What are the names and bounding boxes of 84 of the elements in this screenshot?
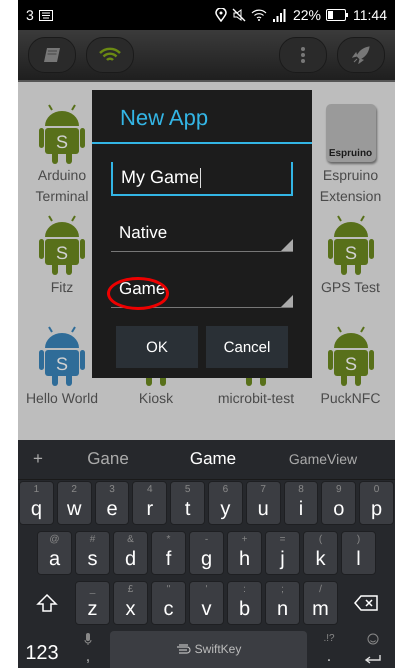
- app-label[interactable]: Hello World: [18, 388, 106, 409]
- keyboard-key[interactable]: 3 e: [94, 480, 130, 525]
- shift-icon: [36, 592, 58, 613]
- microphone-icon: [84, 632, 92, 645]
- comma-label: ,: [86, 648, 90, 666]
- brand-label: SwiftKey: [194, 642, 242, 656]
- keyboard-key[interactable]: ) l: [341, 530, 376, 575]
- toolbar-button[interactable]: [28, 37, 76, 73]
- battery-percent: 22%: [292, 7, 321, 23]
- keyboard-key[interactable]: @ a: [37, 530, 72, 575]
- wifi-icon: [250, 9, 267, 21]
- rocket-icon: [352, 46, 370, 64]
- keyboard-key[interactable]: & d: [113, 530, 148, 575]
- period-label: .: [326, 648, 332, 666]
- keyboard-icon: [38, 10, 53, 20]
- toolbar-button[interactable]: [86, 37, 134, 73]
- suggestion[interactable]: Game: [158, 449, 268, 470]
- keyboard-key[interactable]: 9 o: [321, 480, 356, 525]
- name-field[interactable]: My Game: [111, 162, 293, 196]
- suggestion[interactable]: Gane: [58, 449, 158, 470]
- backspace-icon: [354, 594, 378, 611]
- keyboard-key[interactable]: - g: [189, 530, 224, 575]
- icon-letter: S: [56, 354, 68, 374]
- android-icon: [39, 104, 85, 164]
- emoji-icon: [367, 632, 379, 645]
- comma-key[interactable]: ,: [66, 630, 110, 668]
- icon-letter: S: [344, 243, 356, 263]
- space-bar[interactable]: SwiftKey: [110, 630, 307, 668]
- wifi-icon: [99, 47, 121, 63]
- keyboard-key[interactable]: 6 y: [208, 480, 243, 525]
- dropdown-arrow-icon: [281, 239, 293, 251]
- clock: 11:44: [353, 7, 387, 23]
- notification-count: 3: [26, 7, 34, 23]
- icon-letter: S: [56, 132, 68, 152]
- app-label[interactable]: Kiosk: [112, 388, 200, 409]
- period-key[interactable]: .!? .: [307, 630, 351, 668]
- keyboard-key[interactable]: ( k: [303, 530, 338, 575]
- dropdown[interactable]: Native: [111, 218, 293, 252]
- icon-letter: S: [56, 243, 68, 263]
- keyboard-key[interactable]: 4 r: [132, 480, 168, 525]
- keyboard-key[interactable]: = j: [265, 530, 300, 575]
- numbers-key[interactable]: 123: [18, 630, 66, 668]
- keyboard-key[interactable]: £ x: [113, 580, 148, 625]
- dialog-button[interactable]: Cancel: [206, 326, 288, 368]
- android-icon: [39, 215, 85, 275]
- location-icon: [214, 8, 227, 22]
- book-icon: [43, 47, 61, 63]
- android-icon: [328, 215, 374, 275]
- suggestion[interactable]: GameView: [268, 451, 378, 468]
- mute-icon: [232, 8, 246, 22]
- toolbar-button[interactable]: [279, 37, 327, 73]
- more-icon: [300, 46, 306, 64]
- keyboard-key[interactable]: * f: [151, 530, 186, 575]
- swiftkey-logo-icon: [176, 643, 192, 656]
- suggestion[interactable]: +: [18, 449, 58, 470]
- keyboard-key[interactable]: ' v: [189, 580, 224, 625]
- keyboard-key[interactable]: 8 i: [284, 480, 318, 525]
- enter-icon: [364, 654, 382, 666]
- keyboard-key[interactable]: / m: [303, 580, 338, 625]
- dialog-button[interactable]: OK: [116, 326, 198, 368]
- app-label[interactable]: microbit-test: [212, 388, 300, 409]
- keyboard-key[interactable]: 2 w: [56, 480, 92, 525]
- icon-label: Espruino: [328, 148, 372, 158]
- dropdown[interactable]: Game: [111, 274, 293, 308]
- app-label[interactable]: PuckNFC: [306, 388, 394, 409]
- dialog-title: New App: [92, 90, 312, 144]
- keyboard-key[interactable]: 7 u: [246, 480, 281, 525]
- dropdown-arrow-icon: [281, 295, 293, 307]
- android-icon: [328, 326, 374, 386]
- keyboard-key[interactable]: ; n: [265, 580, 300, 625]
- keyboard-key[interactable]: 0 p: [359, 480, 394, 525]
- android-icon: [39, 326, 85, 386]
- keyboard-key[interactable]: 1 q: [19, 480, 54, 525]
- battery-icon: [326, 9, 348, 21]
- keyboard-key[interactable]: # s: [75, 530, 110, 575]
- keyboard-key[interactable]: 5 t: [170, 480, 205, 525]
- keyboard-key[interactable]: : b: [227, 580, 262, 625]
- key-hint: .!?: [323, 632, 335, 644]
- icon-letter: S: [344, 354, 356, 374]
- keyboard-key[interactable]: _ z: [75, 580, 110, 625]
- keyboard-key[interactable]: + h: [227, 530, 262, 575]
- toolbar-button[interactable]: [337, 37, 385, 73]
- signal-icon: [272, 8, 288, 22]
- keyboard-key[interactable]: " c: [151, 580, 186, 625]
